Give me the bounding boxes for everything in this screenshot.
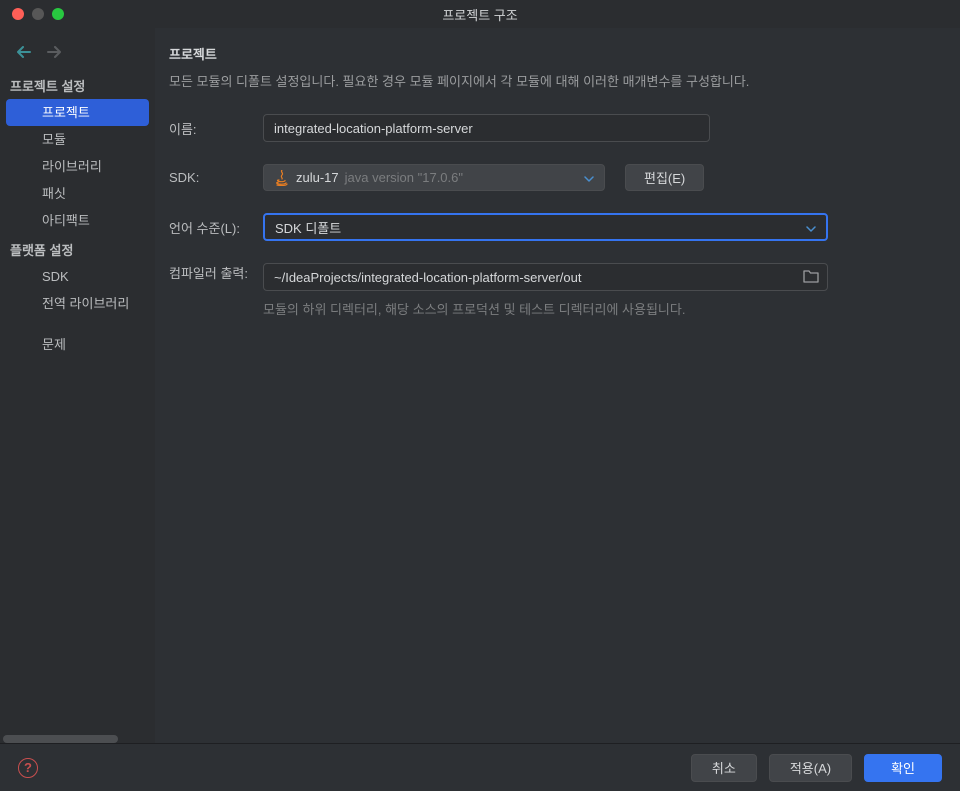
section-header-project-settings: 프로젝트 설정: [0, 70, 155, 99]
sdk-select[interactable]: zulu-17 java version "17.0.6": [263, 164, 605, 191]
compiler-output-label: 컴파일러 출력:: [169, 263, 255, 282]
java-icon: [274, 170, 290, 186]
sdk-label: SDK:: [169, 170, 255, 185]
window-title: 프로젝트 구조: [442, 5, 517, 24]
page-subtitle: 모든 모듈의 디폴트 설정입니다. 필요한 경우 모듈 페이지에서 각 모듈에 …: [169, 71, 938, 90]
ok-button[interactable]: 확인: [864, 754, 942, 782]
titlebar: 프로젝트 구조: [0, 0, 960, 28]
close-window-button[interactable]: [12, 8, 24, 20]
chevron-down-icon: [584, 170, 594, 185]
horizontal-scrollbar[interactable]: [3, 735, 118, 743]
edit-button-label: 편집(E): [644, 168, 685, 187]
compiler-output-field[interactable]: ~/IdeaProjects/integrated-location-platf…: [263, 263, 828, 291]
back-icon[interactable]: [16, 44, 32, 60]
sidebar-item-project[interactable]: 프로젝트: [6, 99, 149, 126]
sidebar-item-artifacts[interactable]: 아티팩트: [0, 207, 155, 234]
chevron-down-icon: [806, 220, 816, 235]
sidebar-item-label: 모듈: [42, 132, 66, 147]
language-level-label: 언어 수준(L):: [169, 218, 255, 237]
apply-button-label: 적용(A): [790, 761, 831, 776]
sidebar-item-label: 라이브러리: [42, 159, 102, 174]
project-name-input[interactable]: [263, 114, 710, 142]
sidebar-item-libraries[interactable]: 라이브러리: [0, 153, 155, 180]
sidebar-item-label: 아티팩트: [42, 213, 90, 228]
sidebar-item-label: 문제: [42, 337, 66, 352]
apply-button[interactable]: 적용(A): [769, 754, 852, 782]
sidebar-item-label: 전역 라이브러리: [42, 296, 129, 311]
sdk-name: zulu-17: [296, 170, 339, 185]
language-level-select[interactable]: SDK 디폴트: [263, 213, 828, 241]
main-content: 프로젝트 모든 모듈의 디폴트 설정입니다. 필요한 경우 모듈 페이지에서 각…: [155, 28, 960, 743]
nav-arrows: [0, 28, 155, 70]
minimize-window-button[interactable]: [32, 8, 44, 20]
help-icon[interactable]: ?: [18, 758, 38, 778]
sdk-version: java version "17.0.6": [345, 170, 463, 185]
sidebar-item-problems[interactable]: 문제: [0, 331, 155, 358]
sidebar-item-label: SDK: [42, 269, 69, 284]
compiler-output-hint: 모듈의 하위 디렉터리, 해당 소스의 프로덕션 및 테스트 디렉터리에 사용됩…: [263, 299, 938, 318]
name-label: 이름:: [169, 119, 255, 138]
traffic-lights: [0, 8, 64, 20]
forward-icon[interactable]: [46, 44, 62, 60]
edit-sdk-button[interactable]: 편집(E): [625, 164, 704, 191]
sidebar-item-facets[interactable]: 패싯: [0, 180, 155, 207]
compiler-output-value: ~/IdeaProjects/integrated-location-platf…: [274, 270, 581, 285]
cancel-button[interactable]: 취소: [691, 754, 757, 782]
language-level-value: SDK 디폴트: [275, 218, 341, 237]
sidebar-item-global-libraries[interactable]: 전역 라이브러리: [0, 290, 155, 317]
cancel-button-label: 취소: [712, 761, 736, 776]
sidebar-item-modules[interactable]: 모듈: [0, 126, 155, 153]
sidebar-item-label: 패싯: [42, 186, 66, 201]
sidebar-item-label: 프로젝트: [42, 105, 90, 120]
folder-icon[interactable]: [803, 269, 819, 286]
page-title: 프로젝트: [169, 44, 938, 63]
sidebar: 프로젝트 설정 프로젝트 모듈 라이브러리 패싯 아티팩트 플랫폼 설정 SDK…: [0, 28, 155, 743]
section-header-platform-settings: 플랫폼 설정: [0, 234, 155, 263]
ok-button-label: 확인: [891, 761, 915, 776]
sidebar-item-sdks[interactable]: SDK: [0, 263, 155, 290]
dialog-footer: ? 취소 적용(A) 확인: [0, 743, 960, 791]
maximize-window-button[interactable]: [52, 8, 64, 20]
